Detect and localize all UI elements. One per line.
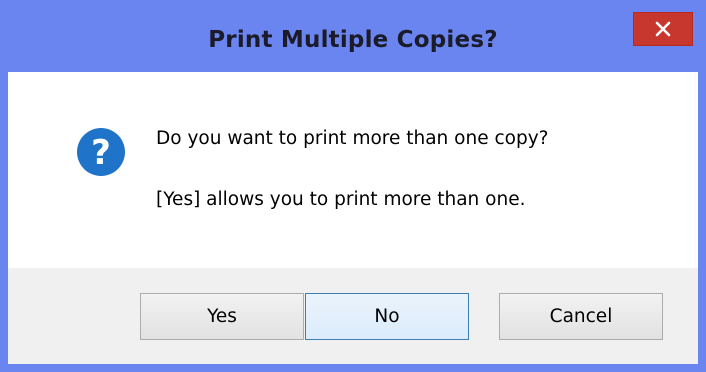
question-icon: ?	[77, 128, 125, 176]
svg-text:?: ?	[91, 133, 111, 173]
close-icon	[655, 21, 671, 37]
no-button[interactable]: No	[305, 293, 469, 340]
titlebar: Print Multiple Copies?	[0, 0, 706, 72]
cancel-button[interactable]: Cancel	[499, 293, 663, 340]
message-text: Do you want to print more than one copy?	[156, 128, 549, 149]
close-button[interactable]	[633, 12, 693, 46]
dialog-title: Print Multiple Copies?	[208, 27, 498, 53]
message-area: ? Do you want to print more than one cop…	[8, 72, 698, 268]
yes-button[interactable]: Yes	[140, 293, 304, 340]
message-detail-text: [Yes] allows you to print more than one.	[156, 189, 526, 210]
dialog-window: Print Multiple Copies? ? Do you want to …	[0, 0, 706, 372]
button-bar: Yes No Cancel	[8, 268, 698, 364]
